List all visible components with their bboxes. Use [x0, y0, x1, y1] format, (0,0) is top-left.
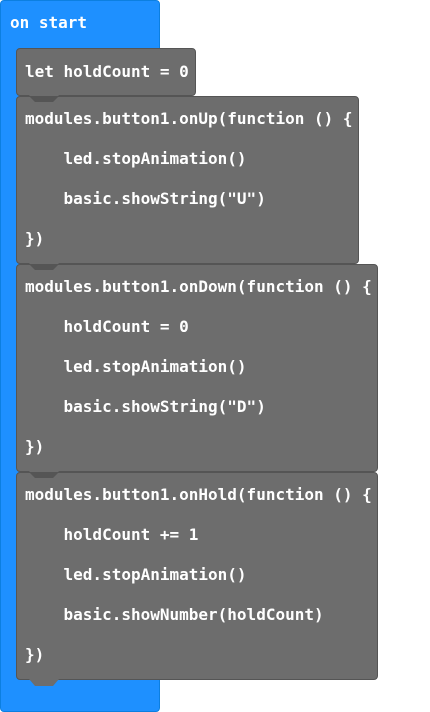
code-line: basic.showNumber(holdCount) — [25, 605, 324, 624]
connector-notch-icon — [29, 264, 59, 270]
code-line: }) — [25, 645, 45, 664]
connector-notch-icon — [29, 472, 59, 478]
code-line: holdCount = 0 — [25, 317, 189, 336]
code-line: led.stopAnimation() — [25, 565, 247, 584]
code-line: basic.showString("U") — [25, 189, 266, 208]
code-line: }) — [25, 229, 45, 248]
code-line: }) — [25, 437, 45, 456]
connector-notch-icon — [29, 96, 59, 102]
code-line: led.stopAnimation() — [25, 357, 247, 376]
code-line: basic.showString("D") — [25, 397, 266, 416]
on-start-label: on start — [10, 13, 88, 32]
code-line: modules.button1.onUp(function () { — [25, 109, 353, 128]
connector-tab-icon — [29, 679, 59, 686]
let-holdcount-block[interactable]: let holdCount = 0 — [16, 48, 196, 102]
code-line: let holdCount = 0 — [25, 62, 189, 81]
on-down-handler-block[interactable]: modules.button1.onDown(function () { hol… — [16, 264, 378, 478]
code-line: led.stopAnimation() — [25, 149, 247, 168]
on-hold-handler-block[interactable]: modules.button1.onHold(function () { hol… — [16, 472, 378, 686]
code-line: modules.button1.onDown(function () { — [25, 277, 372, 296]
code-line: modules.button1.onHold(function () { — [25, 485, 372, 504]
on-up-handler-block[interactable]: modules.button1.onUp(function () { led.s… — [16, 96, 359, 270]
code-line: holdCount += 1 — [25, 525, 199, 544]
